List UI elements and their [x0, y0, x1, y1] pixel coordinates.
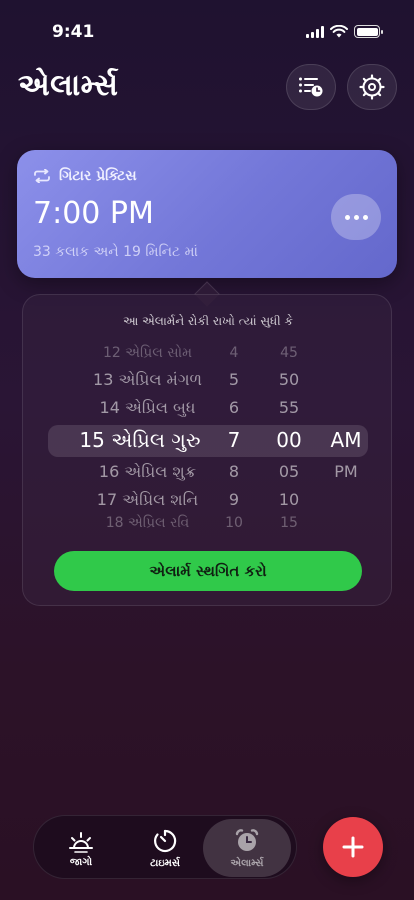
picker-hour: 9	[228, 490, 240, 509]
alarm-list-button[interactable]	[286, 64, 336, 110]
picker-date: 13 એપ્રિલ મંગળ	[93, 370, 202, 389]
picker-row[interactable]: 13 એપ્રિલ મંગળ 5 50	[23, 370, 393, 393]
picker-hour: 7	[227, 428, 241, 452]
picker-row[interactable]: 12 એપ્રિલ સોમ 4 45	[23, 345, 393, 368]
picker-minute: 05	[278, 462, 300, 481]
picker-hour: 8	[228, 462, 240, 481]
picker-minute: 15	[280, 515, 298, 531]
alarm-card[interactable]: ગિટાર પ્રેક્ટિસ 7:00 PM 33 કલાક અને 19 મ…	[17, 150, 397, 278]
add-alarm-button[interactable]	[323, 817, 383, 877]
status-time: 9:41	[52, 22, 95, 42]
timer-icon	[154, 829, 177, 852]
picker-row[interactable]: 16 એપ્રિલ શુક્ર 8 05 PM	[23, 462, 393, 485]
popover-title: આ એલાર્મને રોકી રાખો ત્યાં સુધી કે	[123, 314, 293, 328]
alarm-label-row: ગિટાર પ્રેક્ટિસ	[33, 168, 137, 184]
picker-row-selected[interactable]: 15 એપ્રિલ ગુરુ 7 00 AM	[23, 428, 393, 452]
picker-hour: 10	[225, 515, 243, 531]
tab-label: એલાર્મ્સ	[230, 857, 264, 869]
picker-minute: 55	[278, 398, 300, 417]
settings-button[interactable]	[347, 64, 397, 110]
page-title: એલાર્મ્સ	[18, 68, 119, 103]
picker-hour: 6	[228, 398, 240, 417]
tab-bar: જાગો ટાઇમર્સ એલાર્મ્સ	[33, 815, 297, 879]
alarm-countdown: 33 કલાક અને 19 મિનિટ માં	[33, 244, 198, 260]
picker-date: 15 એપ્રિલ ગુરુ	[79, 428, 201, 452]
picker-row[interactable]: 18 એપ્રિલ રવિ 10 15	[23, 515, 393, 533]
status-icons	[306, 25, 383, 38]
tab-label: જાગો	[69, 856, 93, 868]
snooze-alarm-button[interactable]: એલાર્મ સ્થગિત કરો	[54, 551, 362, 591]
tab-label: ટાઇમર્સ	[150, 857, 180, 869]
plus-icon	[342, 836, 364, 858]
picker-minute: 45	[280, 345, 298, 361]
picker-row[interactable]: 17 એપ્રિલ શનિ 9 10	[23, 490, 393, 513]
alarm-more-button[interactable]	[331, 194, 381, 240]
picker-row[interactable]: 14 એપ્રિલ બુધ 6 55	[23, 398, 393, 421]
tab-alarms[interactable]: એલાર્મ્સ	[203, 819, 291, 877]
snooze-date-time-picker[interactable]: 12 એપ્રિલ સોમ 4 45 13 એપ્રિલ મંગળ 5 50 1…	[23, 337, 393, 533]
picker-minute: 50	[278, 370, 300, 389]
picker-minute: 10	[278, 490, 300, 509]
picker-ampm: PM	[334, 462, 358, 481]
picker-minute: 00	[276, 428, 302, 452]
status-bar: 9:41	[0, 0, 414, 60]
snooze-popover: આ એલાર્મને રોકી રાખો ત્યાં સુધી કે 12 એપ…	[22, 294, 392, 606]
gear-icon	[359, 74, 385, 100]
picker-date: 16 એપ્રિલ શુક્ર	[98, 462, 197, 481]
picker-hour: 4	[229, 345, 239, 361]
repeat-icon	[34, 169, 50, 183]
ellipsis-icon	[344, 214, 350, 220]
picker-date: 12 એપ્રિલ સોમ	[102, 345, 193, 361]
picker-date: 17 એપ્રિલ શનિ	[96, 490, 199, 509]
alarm-list-icon	[299, 77, 323, 97]
wifi-icon	[330, 25, 348, 38]
battery-icon	[354, 25, 383, 38]
picker-ampm: AM	[330, 428, 362, 452]
picker-date: 18 એપ્રિલ રવિ	[105, 515, 190, 531]
tab-wake[interactable]: જાગો	[37, 819, 125, 877]
sunrise-icon	[69, 831, 93, 853]
tab-timers[interactable]: ટાઇમર્સ	[121, 819, 209, 877]
alarm-clock-icon	[235, 828, 259, 851]
picker-hour: 5	[228, 370, 240, 389]
alarm-time: 7:00 PM	[33, 196, 154, 231]
alarm-label: ગિટાર પ્રેક્ટિસ	[59, 168, 137, 184]
picker-date: 14 એપ્રિલ બુધ	[99, 398, 196, 417]
cellular-signal-icon	[306, 25, 324, 38]
